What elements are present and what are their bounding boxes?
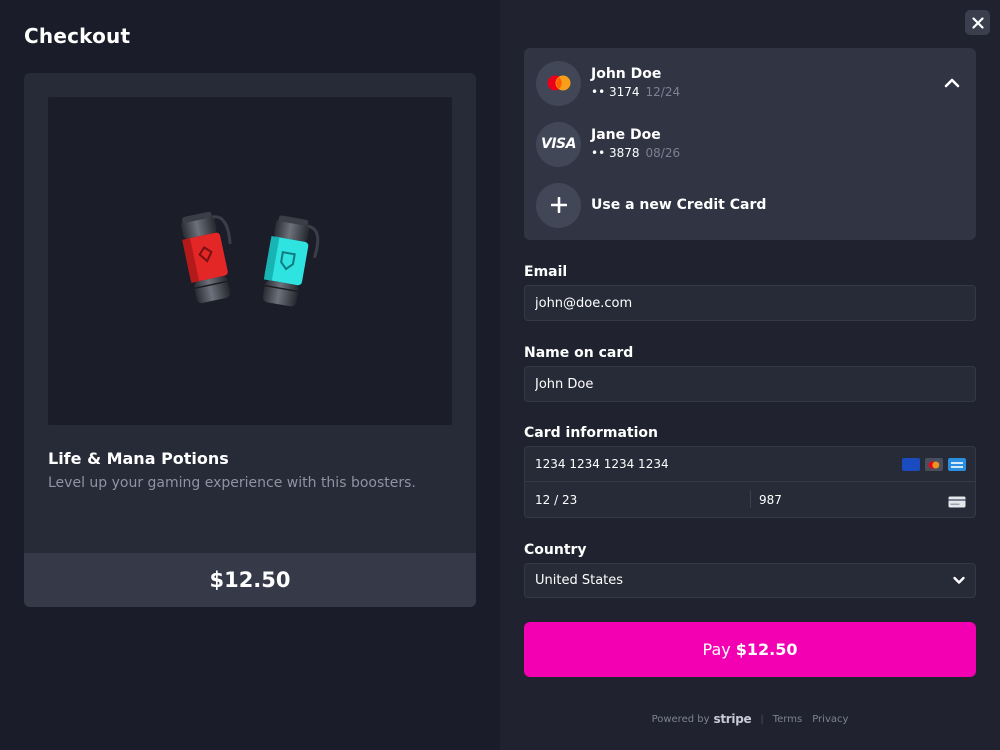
field-divider (750, 490, 751, 508)
card-details: •• 3174 12/24 (591, 84, 680, 100)
privacy-link[interactable]: Privacy (812, 714, 848, 725)
collapse-button[interactable] (940, 71, 964, 95)
card-holder-name: John Doe (591, 66, 662, 82)
card-information-group (524, 446, 976, 518)
country-label: Country (524, 542, 587, 558)
saved-card-jane[interactable]: VISA Jane Doe •• 3878 08/26 (536, 121, 964, 167)
email-field-box (524, 285, 976, 321)
card-expiry: 08/26 (645, 146, 681, 160)
product-description: Level up your gaming experience with thi… (48, 475, 416, 491)
price-bar: $12.50 (24, 553, 476, 607)
mastercard-icon (925, 458, 943, 471)
pay-button-prefix: Pay (702, 640, 731, 659)
use-new-card-option[interactable]: Use a new Credit Card (536, 182, 964, 228)
visa-logo-text: VISA (541, 136, 576, 152)
card-expiry: 12/24 (645, 85, 681, 99)
country-selected-value: United States (535, 573, 624, 588)
card-masked-number: •• 3878 (591, 146, 640, 160)
footer: Powered by stripe | Terms Privacy (524, 712, 976, 726)
name-on-card-field-box (524, 366, 976, 402)
name-on-card-field[interactable] (535, 367, 935, 401)
close-icon (971, 16, 984, 29)
card-expiry-field[interactable] (535, 483, 735, 517)
card-number-field[interactable] (535, 447, 875, 481)
card-brand-icons (902, 458, 966, 471)
new-card-label: Use a new Credit Card (591, 197, 767, 213)
visa-icon (902, 458, 920, 471)
product-pane: Checkout Life & Mana Potions Level up yo… (0, 0, 500, 750)
visa-icon: VISA (536, 121, 581, 167)
close-button[interactable] (965, 10, 990, 35)
cvc-card-icon (948, 493, 966, 512)
pay-button-amount: $12.50 (735, 640, 798, 659)
country-select[interactable]: United States (524, 563, 976, 598)
product-image (48, 97, 452, 425)
saved-card-john[interactable]: John Doe •• 3174 12/24 (536, 60, 964, 106)
page-title: Checkout (24, 24, 131, 48)
plus-icon (536, 182, 581, 228)
card-information-label: Card information (524, 425, 659, 441)
stripe-logo: stripe (713, 712, 752, 726)
email-field[interactable] (535, 286, 935, 320)
name-on-card-label: Name on card (524, 345, 634, 361)
chevron-down-icon (951, 572, 967, 592)
card-number-row (525, 447, 975, 482)
chevron-up-icon (944, 78, 960, 88)
potions-illustration (181, 211, 320, 307)
email-label: Email (524, 264, 568, 280)
mastercard-icon (536, 60, 581, 106)
pay-button[interactable]: Pay $12.50 (524, 622, 976, 677)
saved-cards-panel: John Doe •• 3174 12/24 VISA Jane Doe •• 3… (524, 48, 976, 240)
amex-icon (948, 458, 966, 471)
terms-link[interactable]: Terms (773, 714, 802, 725)
product-name: Life & Mana Potions (48, 449, 229, 468)
card-masked-number: •• 3174 (591, 85, 640, 99)
powered-by-text: Powered by (651, 713, 710, 725)
product-card: Life & Mana Potions Level up your gaming… (24, 73, 476, 607)
card-details: •• 3878 08/26 (591, 145, 680, 161)
product-price: $12.50 (209, 568, 291, 592)
card-holder-name: Jane Doe (591, 127, 661, 143)
footer-separator: | (760, 713, 764, 725)
card-cvc-field[interactable] (759, 483, 919, 517)
